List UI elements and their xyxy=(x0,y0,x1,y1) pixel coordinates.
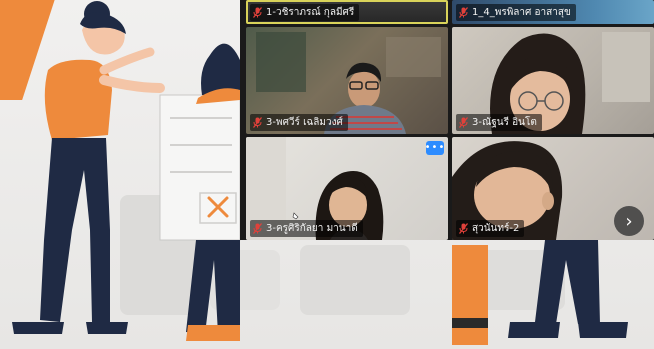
participant-name-bar: 3-ณัฐนรี อินโต xyxy=(456,114,542,131)
participant-name: 1_4_พรพิลาศ อาสาสุข xyxy=(472,7,571,18)
mic-muted-icon xyxy=(253,117,262,128)
participant-name: 3-ณัฐนรี อินโต xyxy=(472,117,537,128)
mic-muted-icon xyxy=(459,223,468,234)
participant-name-bar: 3-ครูศิริกัลยา มานาดี xyxy=(250,220,363,237)
next-page-button[interactable]: › xyxy=(614,206,644,236)
participant-tile[interactable]: 3-ณัฐนรี อินโต xyxy=(452,27,654,134)
more-options-button[interactable]: ••• xyxy=(424,141,446,155)
ballot-sheet-illustration xyxy=(159,94,241,241)
video-gallery: 1-วชิราภรณ์ กุลมีศรี 1_4_พรพิลาศ อาสาสุข xyxy=(240,0,654,240)
participant-tile[interactable]: 1_4_พรพิลาศ อาสาสุข xyxy=(452,0,654,24)
mic-muted-icon xyxy=(253,223,262,234)
mic-muted-icon xyxy=(459,7,468,18)
participant-name: สุวนันทร์-2 xyxy=(472,223,520,234)
mic-muted-icon xyxy=(253,7,262,18)
participant-name: 3-พศวีร์ เฉลิมวงศ์ xyxy=(266,117,343,128)
chevron-right-icon: › xyxy=(625,210,633,232)
participant-name-bar: สุวนันทร์-2 xyxy=(456,220,525,237)
participant-name-bar: 3-พศวีร์ เฉลิมวงศ์ xyxy=(250,114,348,131)
participant-name: 3-ครูศิริกัลยา มานาดี xyxy=(266,223,358,234)
participant-name-bar: 1_4_พรพิลาศ อาสาสุข xyxy=(456,4,576,21)
participant-tile[interactable]: 1-วชิราภรณ์ กุลมีศรี xyxy=(246,0,448,24)
participant-name: 1-วชิราภรณ์ กุลมีศรี xyxy=(266,7,355,18)
participant-tile[interactable]: ••• 3-ครูศิริกัลยา มานาดี xyxy=(246,137,448,240)
more-options-icon: ••• xyxy=(424,142,446,153)
participant-name-bar: 1-วชิราภรณ์ กุลมีศรี xyxy=(250,4,360,21)
mic-muted-icon xyxy=(459,117,468,128)
participant-tile[interactable]: 3-พศวีร์ เฉลิมวงศ์ xyxy=(246,27,448,134)
